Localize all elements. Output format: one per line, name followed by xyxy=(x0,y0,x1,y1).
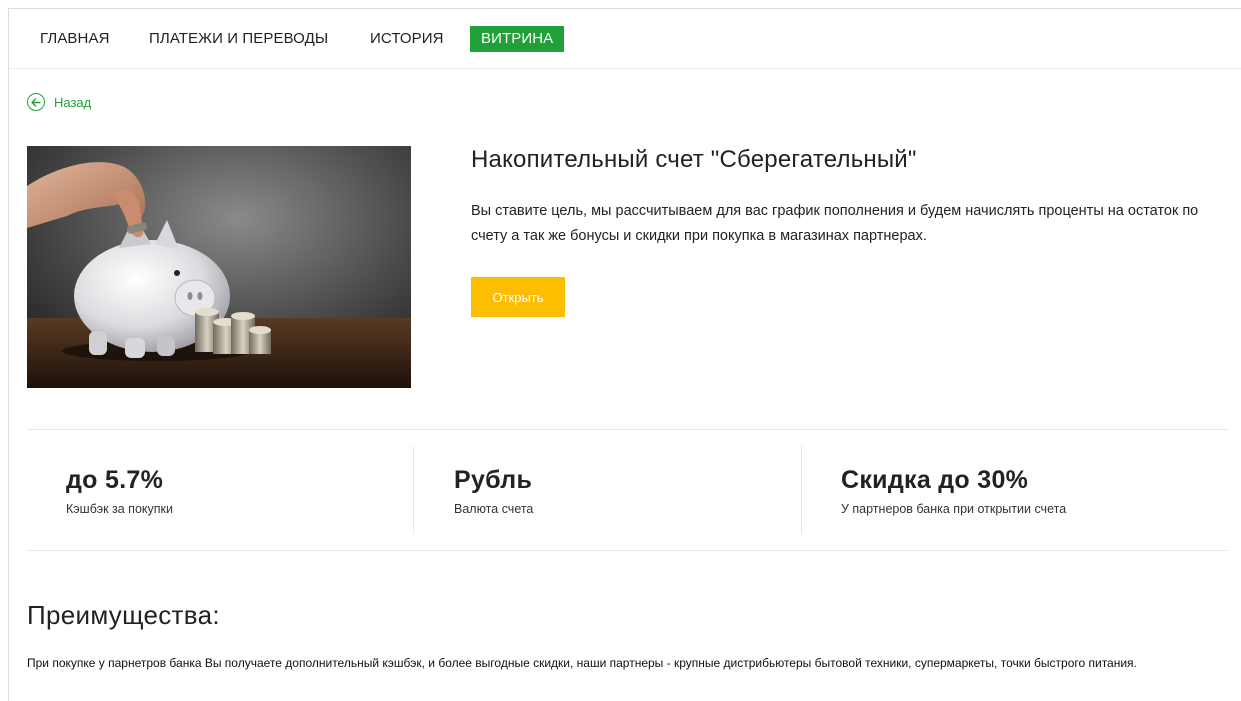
stat-value-discount: Скидка до 30% xyxy=(841,466,1029,494)
stat-label-currency: Валюта счета xyxy=(454,502,534,516)
stat-separator xyxy=(801,446,802,534)
stat-value-currency: Рубль xyxy=(454,466,533,494)
stat-label-cashback: Кэшбэк за покупки xyxy=(66,502,173,516)
open-account-button[interactable]: Открыть xyxy=(471,277,565,317)
nav-item-history[interactable]: ИСТОРИЯ xyxy=(359,26,455,52)
back-link[interactable]: Назад xyxy=(27,93,91,111)
stat-label-discount: У партнеров банка при открытии счета xyxy=(841,502,1067,516)
stat-value-cashback: до 5.7% xyxy=(66,466,164,494)
nav-item-payments[interactable]: ПЛАТЕЖИ И ПЕРЕВОДЫ xyxy=(138,26,339,52)
advantages-title: Преимущества: xyxy=(27,600,220,630)
back-label: Назад xyxy=(54,94,92,110)
top-navigation: ГЛАВНАЯ ПЛАТЕЖИ И ПЕРЕВОДЫ ИСТОРИЯ ВИТРИ… xyxy=(9,9,1241,69)
product-image-piggy-bank xyxy=(27,146,411,388)
product-title: Накопительный счет "Сберегательный" xyxy=(471,146,917,173)
arrow-left-circle-icon xyxy=(27,93,45,111)
divider xyxy=(27,550,1228,551)
advantages-text: При покупке у парнетров банка Вы получае… xyxy=(27,656,1137,670)
nav-item-main[interactable]: ГЛАВНАЯ xyxy=(29,26,121,52)
nav-item-showcase[interactable]: ВИТРИНА xyxy=(470,26,565,52)
divider xyxy=(27,429,1228,430)
stat-separator xyxy=(413,446,414,534)
product-description: Вы ставите цель, мы рассчитываем для вас… xyxy=(471,203,1199,244)
